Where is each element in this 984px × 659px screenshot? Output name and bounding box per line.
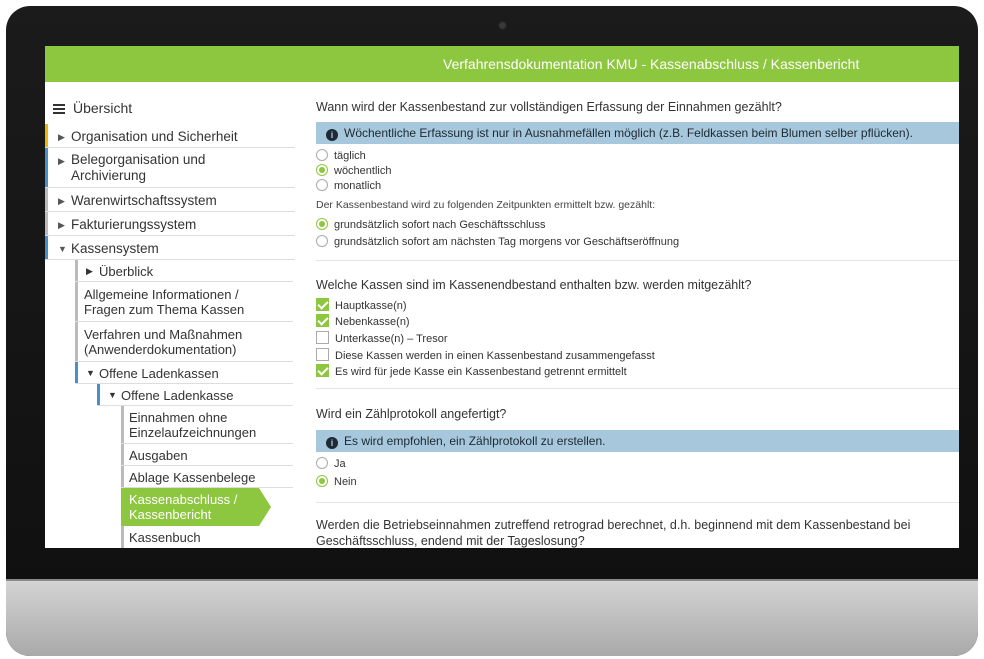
radio-ja[interactable]: Ja: [316, 457, 346, 471]
question-3-text: Wird ein Zählprotokoll angefertigt?: [316, 407, 507, 421]
checkbox[interactable]: [316, 364, 329, 377]
sidebar-item-kassenabschluss-active[interactable]: Kassenabschluss / Kassenbericht: [121, 488, 271, 526]
sidebar-item-kassensystem[interactable]: ▼ Kassensystem: [45, 236, 295, 260]
checkbox-unterkasse[interactable]: Unterkasse(n) – Tresor: [316, 331, 447, 345]
accent-bar: [121, 466, 124, 487]
radio-sofort-nach-schluss[interactable]: grundsätzlich sofort nach Geschäftsschlu…: [316, 218, 546, 232]
caret-down-icon: ▼: [58, 244, 67, 254]
radio-nein[interactable]: Nein: [316, 475, 357, 489]
checkbox[interactable]: [316, 348, 329, 361]
checkbox-hauptkasse[interactable]: Hauptkasse(n): [316, 298, 407, 312]
question-4-line-1: Werden die Betriebseinnahmen zutreffend …: [316, 518, 911, 532]
section-divider: [316, 260, 959, 261]
checkbox[interactable]: [316, 298, 329, 311]
checkbox-zusammengefasst[interactable]: Diese Kassen werden in einen Kassenbesta…: [316, 348, 655, 362]
camera-dot: [498, 21, 507, 30]
app-header: Verfahrensdokumentation KMU - Kassenabsc…: [45, 46, 959, 82]
caret-right-icon: ▶: [58, 132, 65, 142]
radio-woechentlich[interactable]: wöchentlich: [316, 164, 391, 178]
checkbox-nebenkasse[interactable]: Nebenkasse(n): [316, 314, 410, 328]
header-title: Verfahrensdokumentation KMU - Kassenabsc…: [443, 56, 860, 72]
radio-button[interactable]: [316, 457, 328, 469]
sidebar-nav: Übersicht ▶ Organisation und Sicherheit …: [45, 82, 307, 548]
info-box-1: i Wöchentliche Erfassung ist nur in Ausna…: [316, 122, 959, 144]
sidebar-item-ausgaben[interactable]: Ausgaben: [121, 444, 293, 466]
radio-button[interactable]: [316, 218, 328, 230]
radio-button[interactable]: [316, 164, 328, 176]
radio-button[interactable]: [316, 475, 328, 487]
radio-taeglich[interactable]: täglich: [316, 149, 366, 163]
sidebar-item-einnahmen[interactable]: Einnahmen ohne Einzelaufzeichnungen: [121, 406, 293, 444]
question-4-line-2: Geschäftsschluss, endend mit der Tageslo…: [316, 534, 585, 548]
sidebar-item-kassenbuch[interactable]: Kassenbuch: [121, 526, 293, 548]
accent-bar: [45, 236, 48, 259]
caret-right-icon: ▶: [58, 196, 65, 206]
accent-bar: [45, 212, 48, 235]
sidebar-item-belegorganisation[interactable]: ▶ Belegorganisation und Archivierung: [45, 148, 295, 188]
main-content: Wann wird der Kassenbestand zur vollstän…: [316, 82, 959, 548]
accent-bar: [75, 282, 78, 321]
accent-bar: [121, 406, 124, 443]
screen: Verfahrensdokumentation KMU - Kassenabsc…: [45, 46, 959, 548]
caret-right-icon: ▶: [58, 220, 65, 230]
caret-right-icon: ▶: [86, 266, 93, 276]
info-icon: i: [326, 437, 338, 449]
accent-bar: [75, 260, 78, 281]
sidebar-item-fakturierung[interactable]: ▶ Fakturierungssystem: [45, 212, 295, 236]
sidebar-item-verfahren[interactable]: Verfahren und Maßnahmen (Anwenderdokumen…: [75, 322, 293, 362]
section-divider: [316, 502, 959, 503]
sub-question-1: Der Kassenbestand wird zu folgenden Zeit…: [316, 199, 656, 211]
caret-down-icon: ▼: [86, 368, 95, 378]
accent-bar: [75, 322, 78, 361]
checkbox-getrennt[interactable]: Es wird für jede Kasse ein Kassenbestand…: [316, 364, 627, 378]
info-box-3: i Es wird empfohlen, ein Zählprotokoll zu…: [316, 430, 959, 452]
sidebar-item-offene-ladenkassen[interactable]: ▼ Offene Ladenkassen: [75, 362, 293, 384]
sidebar-item-ablage[interactable]: Ablage Kassenbelege: [121, 466, 293, 488]
radio-button[interactable]: [316, 235, 328, 247]
section-divider: [316, 388, 959, 389]
radio-monatlich[interactable]: monatlich: [316, 179, 381, 193]
question-2-text: Welche Kassen sind im Kassenendbestand e…: [316, 278, 752, 292]
question-1-text: Wann wird der Kassenbestand zur vollstän…: [316, 100, 782, 114]
accent-bar: [97, 384, 100, 405]
sidebar-item-ueberblick[interactable]: ▶ Überblick: [75, 260, 293, 282]
accent-bar: [45, 148, 48, 187]
sidebar-item-organisation[interactable]: ▶ Organisation und Sicherheit: [45, 124, 295, 148]
list-icon: [53, 104, 65, 114]
sidebar-item-offene-ladenkasse[interactable]: ▼ Offene Ladenkasse: [97, 384, 293, 406]
caret-right-icon: ▶: [58, 156, 65, 166]
caret-down-icon: ▼: [108, 390, 117, 400]
info-icon: i: [326, 129, 338, 141]
monitor-chin: [6, 581, 978, 656]
accent-bar: [45, 188, 48, 211]
radio-button[interactable]: [316, 179, 328, 191]
accent-bar: [121, 526, 124, 548]
sidebar-item-warenwirtschaft[interactable]: ▶ Warenwirtschaftssystem: [45, 188, 295, 212]
checkbox[interactable]: [316, 314, 329, 327]
radio-button[interactable]: [316, 149, 328, 161]
monitor-frame: Verfahrensdokumentation KMU - Kassenabsc…: [6, 6, 978, 656]
overview-link[interactable]: Übersicht: [53, 100, 132, 116]
radio-naechster-tag[interactable]: grundsätzlich sofort am nächsten Tag mor…: [316, 235, 679, 249]
sidebar-item-allgemein[interactable]: Allgemeine Informationen / Fragen zum Th…: [75, 282, 293, 322]
accent-bar: [121, 444, 124, 465]
accent-bar: [75, 362, 78, 383]
checkbox[interactable]: [316, 331, 329, 344]
accent-bar: [45, 124, 48, 147]
